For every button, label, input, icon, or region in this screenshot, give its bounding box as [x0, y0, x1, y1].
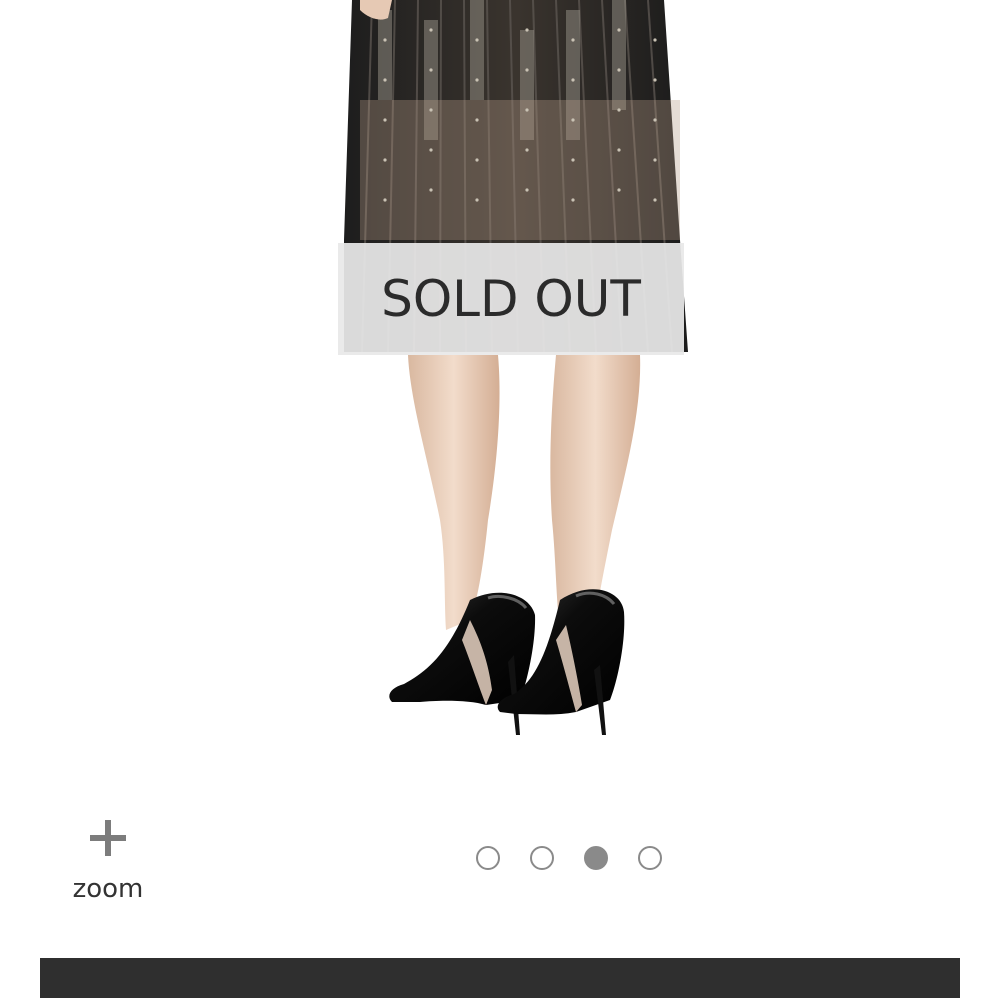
sold-out-badge: SOLD OUT: [338, 243, 684, 355]
carousel-pagination: [476, 846, 662, 878]
zoom-label: zoom: [72, 874, 144, 904]
zoom-button[interactable]: zoom: [62, 818, 154, 910]
carousel-dot-4[interactable]: [638, 846, 662, 870]
product-image[interactable]: SOLD OUT: [0, 0, 1000, 790]
plus-icon: [88, 818, 128, 858]
product-page: SOLD OUT zoom: [0, 0, 1000, 998]
product-photo: [344, 0, 688, 735]
add-to-bag-bar[interactable]: [40, 958, 960, 998]
carousel-dot-1[interactable]: [476, 846, 500, 870]
sold-out-label: SOLD OUT: [381, 270, 641, 328]
carousel-dot-2[interactable]: [530, 846, 554, 870]
carousel-dot-3[interactable]: [584, 846, 608, 870]
